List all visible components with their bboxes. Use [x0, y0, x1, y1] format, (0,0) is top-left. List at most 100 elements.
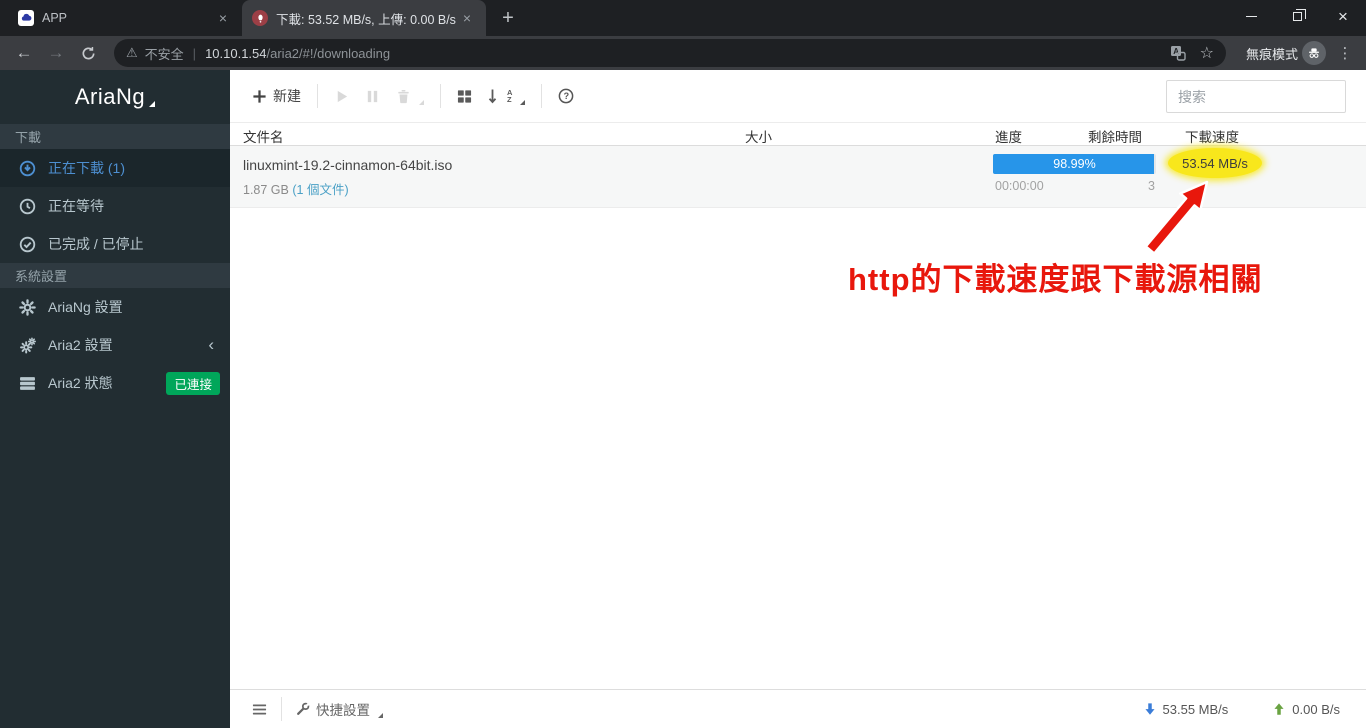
incognito-label: 無痕模式 — [1245, 46, 1298, 62]
restore-button[interactable] — [1274, 0, 1320, 33]
sidebar-item-downloading[interactable]: 正在下載 (1) — [0, 149, 230, 187]
global-upload-speed: 0.00 B/s — [1292, 701, 1340, 717]
tab-title: 下載: 53.52 MB/s, 上傳: 0.00 B/s — [276, 12, 456, 27]
tab-title: APP — [42, 11, 68, 25]
delete-caret-icon — [419, 99, 424, 105]
logo-text: AriaNg — [74, 84, 146, 109]
translate-icon[interactable]: A — [1170, 45, 1186, 61]
tab-ariang-active[interactable]: 下載: 53.52 MB/s, 上傳: 0.00 B/s × — [242, 0, 486, 36]
chevron-left-icon: ‹ — [208, 335, 214, 354]
toolbar-separator — [541, 84, 543, 108]
restore-icon — [1292, 9, 1306, 21]
command-toolbar: 新建 AZ ? — [230, 70, 1366, 123]
download-arrow-icon — [1144, 703, 1155, 715]
annotation: http的下載速度跟下載源相關 — [845, 259, 1266, 301]
sidebar-item-aria2-status[interactable]: Aria2 狀態 已連接 — [0, 364, 230, 402]
sort-button[interactable]: AZ — [480, 82, 533, 111]
warning-icon: ⚠ — [126, 45, 138, 60]
sidebar-item-finished[interactable]: 已完成 / 已停止 — [0, 225, 230, 263]
col-download-speed: 下載速度 — [1185, 130, 1239, 145]
search-input[interactable] — [1176, 87, 1361, 106]
wrench-icon — [297, 702, 310, 715]
sidebar-item-waiting[interactable]: 正在等待 — [0, 187, 230, 225]
col-size: 大小 — [745, 130, 772, 145]
browser-address-bar: ← → ⚠ 不安全 | 10.10.1.54/aria2/#!/download… — [0, 36, 1366, 70]
sidebar-item-label: Aria2 設置 — [48, 337, 113, 353]
url-separator: | — [192, 45, 197, 61]
back-icon[interactable]: ← — [8, 39, 40, 67]
toolbar-separator — [440, 84, 441, 108]
task-filename: linuxmint-19.2-cinnamon-64bit.iso — [243, 157, 453, 173]
sidebar-item-label: 已完成 / 已停止 — [48, 236, 144, 252]
ariang-logo[interactable]: AriaNg — [0, 70, 230, 124]
sidebar-section-download: 下載 — [0, 124, 230, 149]
status-bar: 快捷設置 53.55 MB/s 0.00 B/s — [230, 689, 1366, 728]
global-download-speed: 53.55 MB/s — [1162, 701, 1229, 717]
view-grid-button[interactable] — [449, 83, 480, 110]
forward-icon[interactable]: → — [40, 39, 72, 67]
check-circle-icon — [18, 236, 36, 253]
annotation-arrow-icon — [1144, 180, 1209, 255]
tab-app[interactable]: APP × — [8, 0, 242, 36]
sort-az-icon: AZ — [507, 87, 513, 104]
new-download-label: 新建 — [273, 88, 301, 104]
sidebar: AriaNg 下載 正在下載 (1) 正在等待 已完成 / 已停止 系統設置 A… — [0, 70, 230, 728]
sidebar-item-aria2-settings[interactable]: Aria2 設置 ‹ — [0, 326, 230, 364]
clock-icon — [18, 198, 36, 215]
svg-text:?: ? — [564, 91, 570, 101]
task-elapsed-time: 00:00:00 — [995, 179, 1044, 193]
security-label[interactable]: 不安全 — [145, 44, 184, 63]
sidebar-item-label: 正在等待 — [48, 198, 104, 214]
minimize-icon — [1245, 15, 1257, 18]
search-box — [1166, 80, 1361, 113]
server-icon — [18, 375, 36, 392]
new-download-button[interactable]: 新建 — [244, 80, 309, 112]
task-table-header: 文件名 大小 進度 剩餘時間 下載速度 — [230, 123, 1366, 146]
pause-button[interactable] — [357, 83, 388, 110]
new-tab-button[interactable]: + — [494, 4, 522, 32]
col-progress: 進度 — [995, 130, 1022, 145]
task-files-link[interactable]: (1 個文件) — [292, 183, 348, 197]
upload-arrow-icon — [1274, 703, 1284, 715]
quick-settings-caret-icon — [378, 712, 383, 718]
ariang-favicon-icon — [252, 10, 268, 26]
app-favicon-icon — [18, 10, 34, 26]
browser-menu-icon[interactable]: ⋮ — [1332, 40, 1358, 66]
svg-text:A: A — [1173, 47, 1179, 56]
col-filename: 文件名 — [243, 130, 284, 145]
connected-status-badge: 已連接 — [166, 371, 220, 395]
toolbar-separator — [317, 84, 318, 108]
sidebar-item-label: AriaNg 設置 — [48, 299, 123, 315]
sidebar-item-label: Aria2 狀態 — [48, 375, 113, 391]
download-circle-icon — [18, 160, 36, 177]
reload-icon[interactable] — [72, 39, 104, 67]
quick-settings-label: 快捷設置 — [316, 703, 370, 718]
sort-caret-icon — [520, 99, 526, 105]
status-menu-button[interactable] — [246, 696, 273, 723]
minimize-button[interactable] — [1228, 0, 1274, 33]
sidebar-item-ariang-settings[interactable]: AriaNg 設置 — [0, 288, 230, 326]
tab-close-icon[interactable]: × — [214, 9, 232, 27]
hamburger-icon — [252, 703, 267, 714]
annotation-label: http的下載速度跟下載源相關 — [848, 262, 1263, 297]
bookmark-star-icon[interactable]: ☆ — [1200, 43, 1214, 63]
incognito-icon — [1302, 41, 1326, 65]
logo-caret-icon — [149, 101, 156, 107]
url-path: /aria2/#!/downloading — [266, 45, 391, 61]
delete-button[interactable] — [388, 82, 432, 111]
start-button[interactable] — [326, 83, 357, 110]
gear-icon — [18, 298, 36, 316]
col-remaining-time: 剩餘時間 — [1088, 130, 1142, 145]
sidebar-item-label: 正在下載 (1) — [48, 160, 125, 176]
task-speed: 53.54 MB/s — [1182, 155, 1248, 171]
gears-icon — [18, 336, 36, 354]
quick-settings-button[interactable]: 快捷設置 — [290, 693, 389, 725]
close-window-button[interactable]: × — [1320, 0, 1366, 33]
help-button[interactable]: ? — [550, 82, 582, 110]
main-panel: 新建 AZ ? 搜索 文件名 大小 進度 剩餘時間 下載速度 linuxmint… — [230, 70, 1366, 728]
browser-tab-bar: APP × 下載: 53.52 MB/s, 上傳: 0.00 B/s × + × — [0, 0, 1366, 36]
tab-close-icon[interactable]: × — [458, 9, 476, 27]
window-controls: × — [1228, 0, 1366, 33]
url-omnibox[interactable]: ⚠ 不安全 | 10.10.1.54/aria2/#!/downloading … — [114, 39, 1226, 67]
sidebar-section-settings: 系統設置 — [0, 263, 230, 288]
